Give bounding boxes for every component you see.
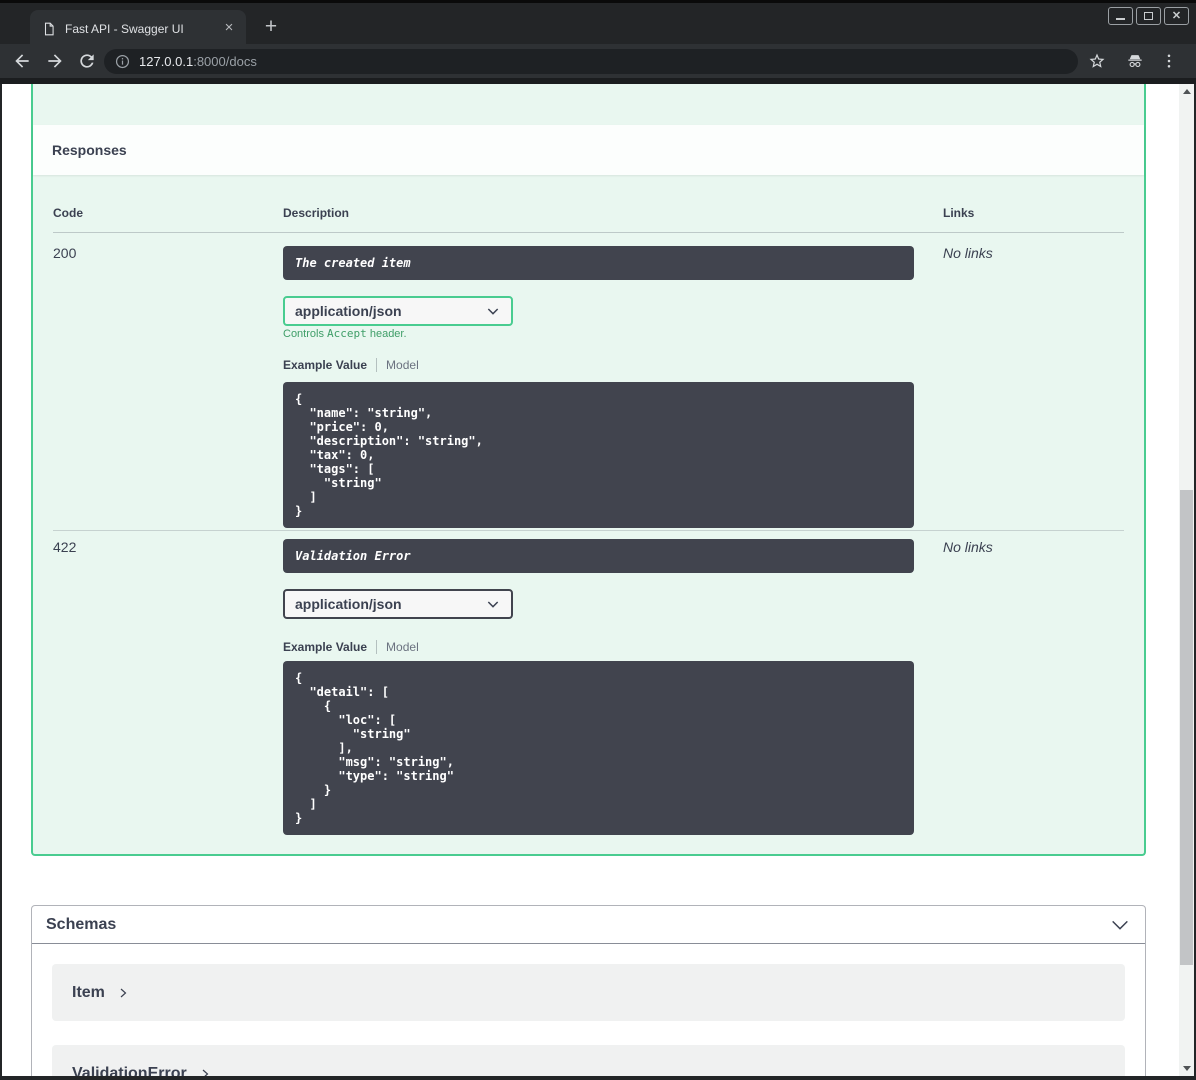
row-divider <box>53 530 1124 531</box>
reload-button[interactable] <box>75 49 99 73</box>
collapse-chevron-icon[interactable] <box>1109 914 1131 936</box>
back-button[interactable] <box>10 49 34 73</box>
expand-chevron-icon <box>202 1069 209 1076</box>
site-info-icon <box>115 54 130 69</box>
scrollbar-thumb[interactable] <box>1180 490 1193 965</box>
scroll-down-arrow[interactable] <box>1179 1061 1194 1076</box>
tab-divider <box>376 640 378 654</box>
tab-example-value-422[interactable]: Example Value <box>283 640 367 654</box>
schemas-heading: Schemas <box>46 915 117 933</box>
tab-title: Fast API - Swagger UI <box>65 21 184 36</box>
chevron-down-icon <box>487 308 499 315</box>
three-dots-icon <box>1167 54 1171 68</box>
close-icon: ✕ <box>1171 9 1182 22</box>
swagger-page: Responses Code Description Links 200 No … <box>2 84 1194 1076</box>
media-type-select-422[interactable]: application/json <box>283 589 513 619</box>
tab-example-value-200[interactable]: Example Value <box>283 358 367 372</box>
back-arrow-icon <box>15 54 29 68</box>
forward-arrow-icon <box>48 54 62 68</box>
model-validationerror[interactable]: ValidationError <box>52 1045 1125 1076</box>
model-item[interactable]: Item <box>52 964 1125 1021</box>
column-header-code: Code <box>53 206 83 220</box>
tab-strip: Fast API - Swagger UI × + ✕ <box>0 0 1196 47</box>
example-json-200: { "name": "string", "price": 0, "descrip… <box>283 382 914 528</box>
browser-toolbar: 127.0.0.1:8000/docs <box>0 44 1196 78</box>
example-model-tabs-422: Example Value Model <box>283 640 419 654</box>
schemas-section: Schemas Item ValidationError <box>31 905 1146 1076</box>
address-bar[interactable]: 127.0.0.1:8000/docs <box>104 49 1078 74</box>
media-type-value-200: application/json <box>295 303 402 319</box>
url-host: 127.0.0.1 <box>139 54 194 69</box>
incognito-icon <box>1128 55 1142 68</box>
media-type-value-422: application/json <box>295 596 402 612</box>
reload-icon <box>80 54 94 68</box>
page-scrollbar[interactable] <box>1179 84 1194 1076</box>
example-json-422-text: { "detail": [ { "loc": [ "string" ], "ms… <box>295 671 454 825</box>
page-icon <box>44 22 54 35</box>
tab-divider <box>376 358 378 372</box>
example-json-422: { "detail": [ { "loc": [ "string" ], "ms… <box>283 661 914 835</box>
accept-note-pre: Controls <box>283 328 328 340</box>
schemas-header[interactable]: Schemas <box>32 906 1145 944</box>
forward-button[interactable] <box>43 49 67 73</box>
controls-accept-note: Controls Accept header. <box>283 327 407 340</box>
maximize-button[interactable] <box>1136 7 1161 25</box>
model-name-validationerror: ValidationError <box>72 1064 187 1077</box>
tab-model-422[interactable]: Model <box>386 640 419 654</box>
response-code-200: 200 <box>53 245 77 261</box>
media-type-select-200[interactable]: application/json <box>283 296 513 326</box>
bookmark-star-button[interactable] <box>1088 52 1106 70</box>
star-icon <box>1089 53 1105 68</box>
minimize-icon <box>1116 17 1125 20</box>
close-button[interactable]: ✕ <box>1164 7 1189 25</box>
links-value-200: No links <box>943 245 993 261</box>
table-header-divider <box>53 232 1124 233</box>
window-controls: ✕ <box>1108 7 1189 25</box>
model-name-item: Item <box>72 983 105 1001</box>
incognito-badge <box>1126 52 1144 70</box>
responses-section-header: Responses <box>33 125 1144 175</box>
links-value-422: No links <box>943 539 993 555</box>
opblock-post: Responses Code Description Links 200 No … <box>31 84 1146 856</box>
example-model-tabs-200: Example Value Model <box>283 358 419 372</box>
browser-tab[interactable]: Fast API - Swagger UI × <box>30 10 246 47</box>
responses-heading: Responses <box>52 142 127 158</box>
url-text: 127.0.0.1:8000/docs <box>139 54 257 69</box>
expand-chevron-icon <box>120 988 127 997</box>
example-json-200-text: { "name": "string", "price": 0, "descrip… <box>295 392 483 518</box>
response-description-200: The created item <box>283 246 914 280</box>
chevron-down-icon <box>487 601 499 608</box>
scroll-up-arrow[interactable] <box>1179 84 1194 99</box>
accept-note-post: header. <box>366 328 407 340</box>
tab-close-icon[interactable]: × <box>220 19 238 38</box>
column-header-links: Links <box>943 206 975 220</box>
accept-note-code: Accept <box>327 327 367 340</box>
minimize-button[interactable] <box>1108 7 1133 25</box>
schemas-body: Item ValidationError <box>32 944 1145 1076</box>
column-header-description: Description <box>283 206 350 220</box>
url-path: :8000/docs <box>193 54 257 69</box>
maximize-icon <box>1144 12 1153 20</box>
browser-window: Fast API - Swagger UI × + ✕ 127.0.0.1:80… <box>0 0 1196 1080</box>
browser-menu-button[interactable] <box>1160 52 1178 70</box>
response-description-422: Validation Error <box>283 539 914 573</box>
response-code-422: 422 <box>53 539 77 555</box>
new-tab-button[interactable]: + <box>258 15 284 41</box>
tab-model-200[interactable]: Model <box>386 358 419 372</box>
